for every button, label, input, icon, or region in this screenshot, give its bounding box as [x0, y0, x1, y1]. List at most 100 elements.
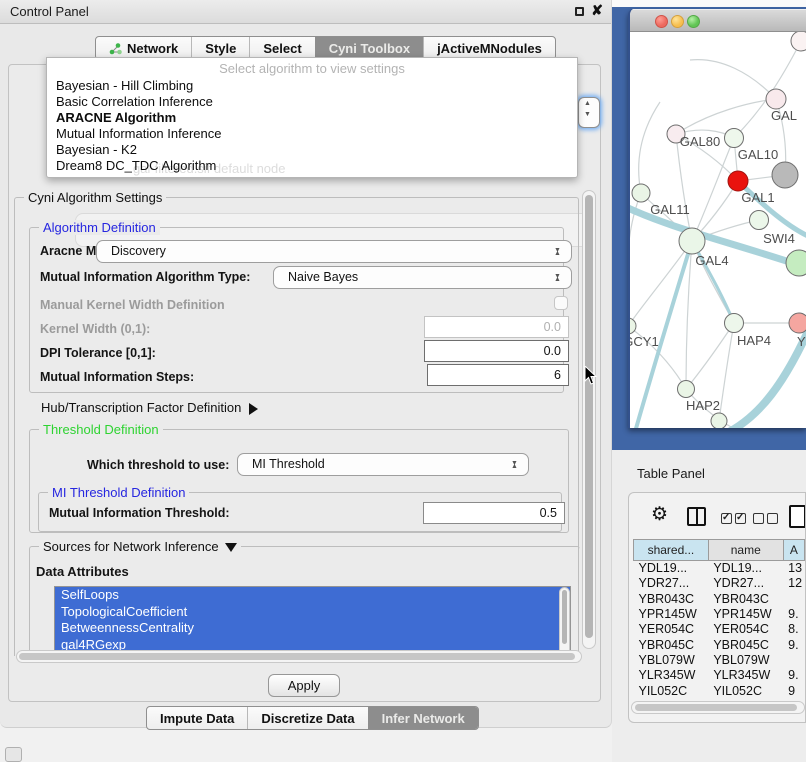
- table-row[interactable]: YLR345WYLR345W9.: [634, 668, 805, 683]
- manual-kernel-checkbox[interactable]: [554, 296, 568, 310]
- table-cell[interactable]: 12: [783, 576, 804, 591]
- table-cell[interactable]: YIL052C: [708, 683, 783, 698]
- table-cell[interactable]: 9.: [783, 668, 804, 683]
- table-row[interactable]: YBL079WYBL079W: [634, 652, 805, 667]
- table-cell[interactable]: YDR27...: [634, 576, 709, 591]
- network-node-gal[interactable]: [766, 89, 786, 109]
- close-icon[interactable]: ✘: [591, 2, 603, 19]
- apply-button[interactable]: Apply: [268, 674, 340, 697]
- table-cell[interactable]: YLR345W: [708, 668, 783, 683]
- network-window-titlebar[interactable]: [630, 9, 806, 32]
- network-node-gal1[interactable]: [728, 171, 748, 191]
- aracne-mode-combobox[interactable]: Discovery: [96, 240, 572, 263]
- network-node-swi4[interactable]: [750, 211, 769, 230]
- table-cell[interactable]: YBR045C: [708, 637, 783, 652]
- network-node[interactable]: [772, 162, 798, 188]
- split-columns-icon[interactable]: [687, 507, 706, 526]
- table-cell[interactable]: 9.: [783, 606, 804, 621]
- scroll-thumb[interactable]: [585, 195, 593, 638]
- gear-icon[interactable]: ⚙: [651, 503, 668, 526]
- algorithm-option[interactable]: Dream8 DC_TDC Algorithm: [47, 158, 577, 174]
- tab-cyni-toolbox[interactable]: Cyni Toolbox: [315, 37, 423, 59]
- table-cell[interactable]: [783, 652, 804, 667]
- tab-impute-data[interactable]: Impute Data: [147, 707, 247, 729]
- table-row[interactable]: YBR045CYBR045C9.: [634, 637, 805, 652]
- scroll-thumb[interactable]: [562, 590, 567, 644]
- network-node-y[interactable]: [789, 313, 806, 333]
- tab-network[interactable]: Network: [96, 37, 191, 59]
- float-icon[interactable]: [575, 7, 584, 16]
- table-row[interactable]: YER054CYER054C8.: [634, 622, 805, 637]
- attribute-list-scrollbar[interactable]: [559, 587, 570, 657]
- attribute-list-item[interactable]: SelfLoops: [55, 587, 570, 604]
- table-row[interactable]: YBR043CYBR043C: [634, 591, 805, 606]
- table-cell[interactable]: 8.: [783, 622, 804, 637]
- table-cell[interactable]: YPR145W: [708, 606, 783, 621]
- network-node-gal10[interactable]: [725, 129, 744, 148]
- network-node-gal4[interactable]: [679, 228, 705, 254]
- table-cell[interactable]: YBR045C: [634, 637, 709, 652]
- column-header[interactable]: shared...: [634, 540, 709, 561]
- node-attribute-table[interactable]: shared...nameAYDL19...YDL19...13YDR27...…: [633, 539, 805, 698]
- mi-algorithm-type-combobox[interactable]: Naive Bayes: [273, 266, 572, 289]
- network-node-gal11[interactable]: [632, 184, 650, 202]
- scroll-thumb[interactable]: [635, 704, 797, 711]
- network-node-hap4[interactable]: [725, 314, 744, 333]
- network-edge[interactable]: [639, 102, 660, 193]
- table-cell[interactable]: YDL19...: [634, 561, 709, 576]
- settings-horizontal-scrollbar[interactable]: [16, 650, 582, 663]
- table-cell[interactable]: 13: [783, 561, 804, 576]
- scroll-thumb[interactable]: [19, 653, 575, 660]
- network-edge[interactable]: [692, 138, 734, 241]
- network-edge[interactable]: [630, 241, 692, 326]
- attribute-list-item[interactable]: TopologicalCoefficient: [55, 604, 570, 621]
- network-node-hap2[interactable]: [678, 381, 695, 398]
- minimized-panel-button[interactable]: [5, 747, 22, 762]
- mi-threshold-field[interactable]: 0.5: [423, 502, 565, 524]
- table-row[interactable]: YPR145WYPR145W9.: [634, 606, 805, 621]
- table-cell[interactable]: YDL19...: [708, 561, 783, 576]
- network-edge[interactable]: [676, 99, 776, 134]
- algorithm-option[interactable]: ARACNE Algorithm: [47, 110, 577, 126]
- tab-infer-network[interactable]: Infer Network: [368, 707, 478, 729]
- checked-boxes-icon[interactable]: [721, 511, 746, 529]
- minimize-traffic-light-icon[interactable]: [671, 15, 684, 28]
- algorithm-combobox-stepper[interactable]: [578, 97, 600, 128]
- table-cell[interactable]: YPR145W: [634, 606, 709, 621]
- column-header[interactable]: name: [708, 540, 783, 561]
- algorithm-option[interactable]: Basic Correlation Inference: [47, 94, 577, 110]
- network-canvas[interactable]: GALGAL80GAL10GAL1GAL11GAL4SWI4GCY1HAP4YH…: [630, 32, 806, 428]
- table-cell[interactable]: YLR345W: [634, 668, 709, 683]
- dpi-tolerance-field[interactable]: 0.0: [424, 340, 569, 362]
- table-cell[interactable]: YER054C: [634, 622, 709, 637]
- table-cell[interactable]: YBL079W: [708, 652, 783, 667]
- kernel-width-field[interactable]: 0.0: [424, 316, 569, 338]
- network-edge[interactable]: [690, 60, 776, 99]
- network-view-window[interactable]: GALGAL80GAL10GAL1GAL11GAL4SWI4GCY1HAP4YH…: [628, 9, 806, 428]
- algorithm-option[interactable]: Bayesian - K2: [47, 142, 577, 158]
- table-horizontal-scrollbar[interactable]: [631, 701, 805, 714]
- sources-toggle[interactable]: Sources for Network Inference: [39, 539, 241, 554]
- table-cell[interactable]: [783, 591, 804, 606]
- table-cell[interactable]: YER054C: [708, 622, 783, 637]
- mi-steps-field[interactable]: 6: [427, 364, 569, 386]
- algorithm-option[interactable]: Mutual Information Inference: [47, 126, 577, 142]
- table-cell[interactable]: 9.: [783, 637, 804, 652]
- table-cell[interactable]: YDR27...: [708, 576, 783, 591]
- page-icon[interactable]: [789, 505, 806, 528]
- table-row[interactable]: YDR27...YDR27...12: [634, 576, 805, 591]
- zoom-traffic-light-icon[interactable]: [687, 15, 700, 28]
- network-node[interactable]: [791, 32, 806, 51]
- network-edge[interactable]: [734, 41, 801, 138]
- table-cell[interactable]: 9: [783, 683, 804, 698]
- table-row[interactable]: YDL19...YDL19...13: [634, 561, 805, 576]
- tab-discretize-data[interactable]: Discretize Data: [247, 707, 367, 729]
- table-cell[interactable]: YBR043C: [634, 591, 709, 606]
- hub-definition-toggle[interactable]: Hub/Transcription Factor Definition: [41, 400, 258, 415]
- table-row[interactable]: YIL052CYIL052C9: [634, 683, 805, 698]
- table-cell[interactable]: YIL052C: [634, 683, 709, 698]
- tab-select[interactable]: Select: [249, 37, 314, 59]
- tab-style[interactable]: Style: [191, 37, 249, 59]
- network-edge[interactable]: [719, 323, 734, 421]
- algorithm-option[interactable]: Bayesian - Hill Climbing: [47, 78, 577, 94]
